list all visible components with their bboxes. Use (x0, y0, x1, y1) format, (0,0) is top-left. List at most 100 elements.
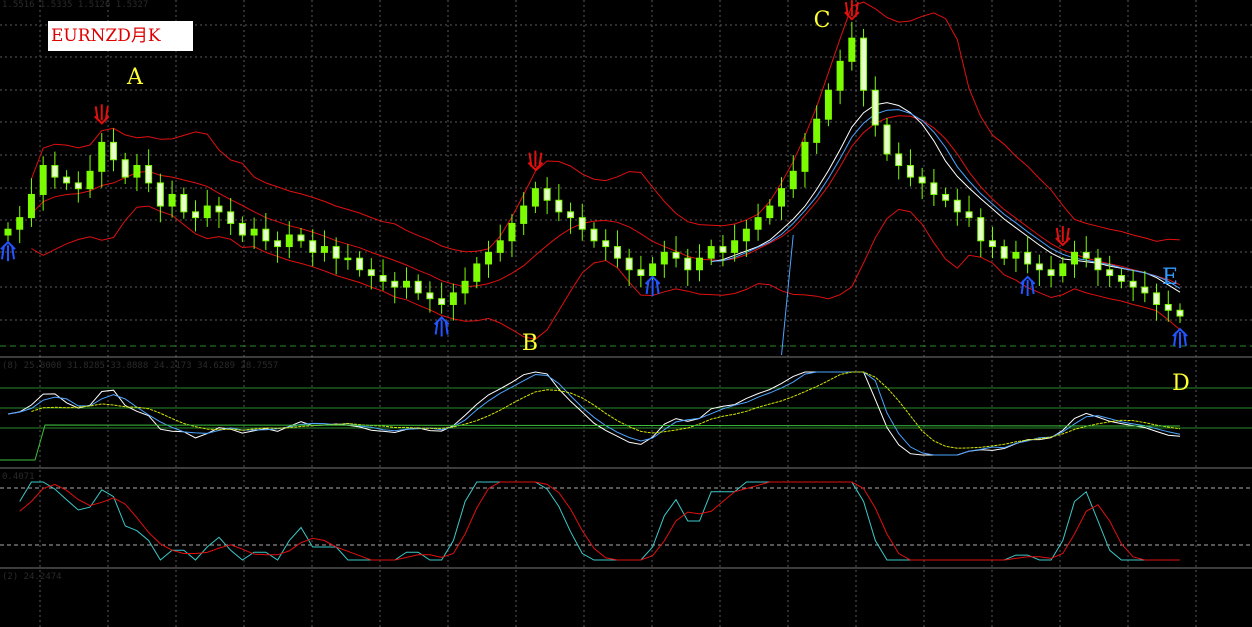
candle-body (496, 240, 504, 253)
candle-body (672, 251, 680, 259)
candle-body (965, 211, 973, 219)
candle-body (567, 211, 575, 219)
candle-body (895, 153, 903, 167)
candle-body (988, 240, 996, 248)
candle-body (16, 217, 24, 230)
candle-body (1071, 251, 1079, 265)
candle-body (848, 37, 856, 62)
candle-body (356, 257, 364, 271)
candle-body (578, 217, 586, 230)
candle-body (192, 211, 200, 219)
candle-body (1164, 303, 1172, 311)
candle-body (274, 240, 282, 248)
candle-body (883, 124, 891, 155)
candle-body (156, 182, 164, 207)
candle-body (473, 263, 481, 282)
point-label-c: C (814, 8, 831, 33)
candle-body (168, 193, 176, 207)
ohlc-readout: 1.5516 1.5335 1.5126 1.5327 (2, 0, 149, 10)
candle-body (707, 246, 715, 259)
candle-body (1000, 246, 1008, 259)
candle-body (508, 222, 516, 242)
candle-body (379, 275, 387, 282)
indicator3-readout: (2) 24.2474 (2, 572, 62, 582)
candle-body (250, 228, 258, 236)
candle-body (367, 269, 375, 277)
candle-body (391, 280, 399, 288)
candle-body (660, 251, 668, 265)
candle-body (742, 228, 750, 242)
candle-body (121, 159, 129, 178)
candle-body (520, 205, 528, 224)
candle-body (930, 182, 938, 195)
candle-body (766, 205, 774, 219)
candle-body (98, 141, 106, 172)
chart-background (0, 0, 1252, 627)
candle-body (942, 193, 950, 201)
candle-body (836, 60, 844, 91)
candle-body (543, 188, 551, 201)
candle-body (860, 37, 868, 91)
candle-body (871, 89, 879, 126)
candle-body (320, 246, 328, 253)
candle-body (180, 193, 188, 213)
candle-body (1012, 251, 1020, 259)
candle-body (684, 257, 692, 271)
candle-body (1047, 269, 1055, 277)
candle-body (215, 205, 223, 213)
candle-body (203, 205, 211, 219)
candle-body (63, 176, 71, 184)
candle-body (1141, 286, 1149, 294)
candle-body (145, 165, 153, 184)
candle-body (731, 240, 739, 253)
candle-body (1117, 275, 1125, 282)
candle-body (953, 199, 961, 213)
candle-body (649, 263, 657, 277)
point-label-e: E (1162, 265, 1178, 290)
candle-body (485, 251, 493, 265)
candle-body (309, 240, 317, 253)
candle-body (906, 165, 914, 178)
candle-body (1153, 292, 1161, 305)
candle-body (824, 89, 832, 120)
candle-body (590, 228, 598, 242)
oscillator-readout: (8) 25.8008 31.8285 33.8888 24.2173 34.6… (2, 361, 279, 371)
candle-body (977, 217, 985, 242)
candle-body (402, 280, 410, 288)
candle-body (613, 246, 621, 259)
candle-body (4, 228, 12, 236)
chart-canvas: A B C D E (0, 0, 1252, 627)
candle-body (449, 292, 457, 305)
candle-body (238, 222, 246, 236)
candle-body (285, 234, 293, 248)
candle-body (754, 217, 762, 230)
candle-body (109, 141, 117, 161)
candle-body (39, 165, 47, 195)
candle-body (813, 118, 821, 143)
candle-body (262, 228, 270, 242)
candle-body (602, 240, 610, 248)
candle-body (555, 199, 563, 213)
candle-body (438, 298, 446, 305)
candle-body (801, 141, 809, 172)
candle-body (51, 165, 59, 178)
candle-body (414, 280, 422, 294)
candle-body (1094, 257, 1102, 271)
point-label-b: B (522, 331, 538, 356)
candle-body (1082, 251, 1090, 259)
candle-body (695, 257, 703, 271)
candle-body (778, 188, 786, 207)
chart-title: EURNZD月K (48, 21, 193, 51)
candle-body (1129, 280, 1137, 288)
candle-body (1035, 263, 1043, 271)
candle-body (332, 246, 340, 259)
candle-body (625, 257, 633, 271)
candle-body (637, 269, 645, 277)
candle-body (918, 176, 926, 184)
point-label-a: A (126, 65, 144, 90)
candle-body (297, 234, 305, 242)
candle-body (1024, 251, 1032, 265)
candle-body (1059, 263, 1067, 277)
candle-body (426, 292, 434, 300)
candle-body (133, 165, 141, 178)
